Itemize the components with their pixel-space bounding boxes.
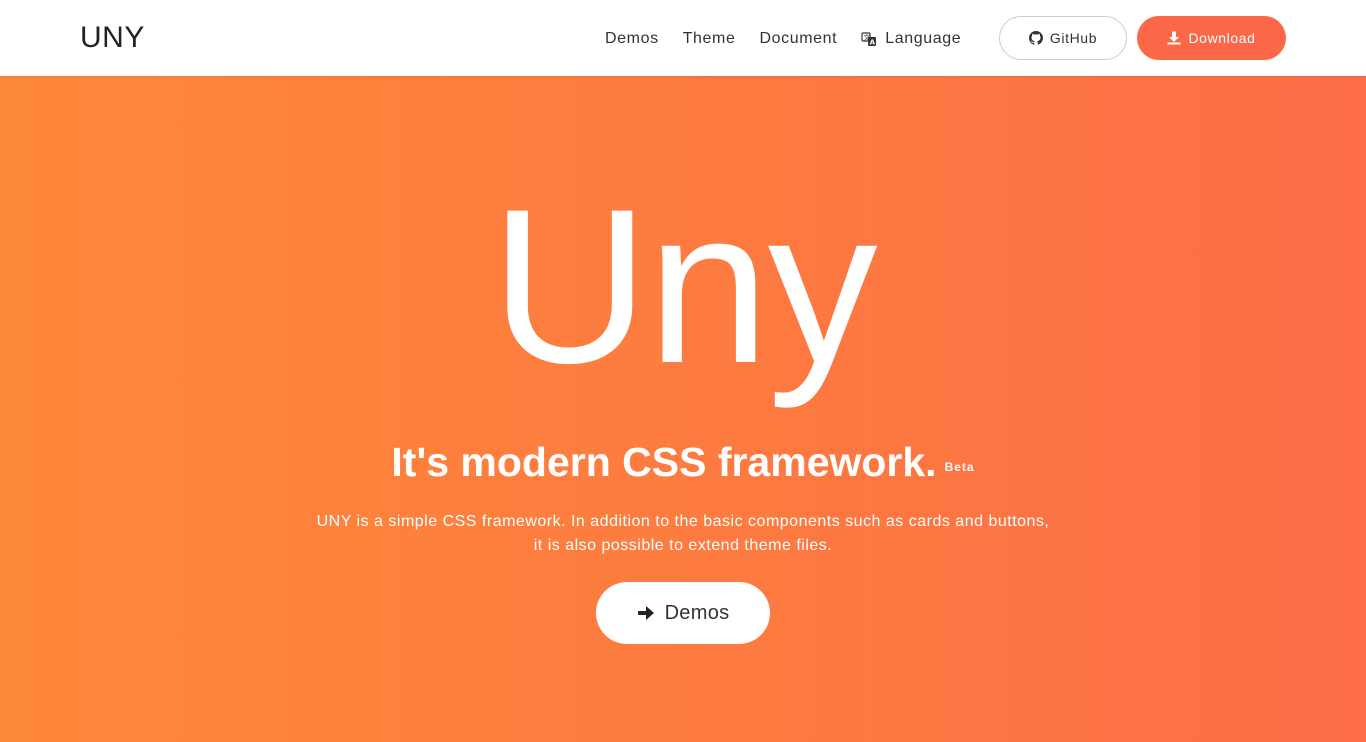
hero-title-text: It's modern CSS framework. xyxy=(391,439,937,485)
github-button-label: GitHub xyxy=(1049,30,1098,46)
download-button[interactable]: Download xyxy=(1137,16,1286,60)
hero-logo-text: Uny xyxy=(490,163,877,409)
top-navbar: UNY Demos Theme Document 文 A Language Gi… xyxy=(0,0,1366,76)
brand-logo[interactable]: UNY xyxy=(80,20,145,56)
download-button-label: Download xyxy=(1188,30,1256,46)
github-button[interactable]: GitHub xyxy=(999,16,1127,60)
nav-link-demos[interactable]: Demos xyxy=(605,30,659,48)
hero-section: Uny It's modern CSS framework. Beta UNY i… xyxy=(0,76,1366,742)
main-nav: Demos Theme Document 文 A Language xyxy=(605,28,961,50)
github-icon xyxy=(1028,31,1043,45)
translate-icon: 文 A xyxy=(861,31,877,47)
hero-description-line-1: UNY is a simple CSS framework. In additi… xyxy=(316,513,1050,530)
nav-link-language-label: Language xyxy=(885,30,962,47)
hero-description-line-2: it is also possible to extend theme file… xyxy=(533,537,833,554)
hero-title: It's modern CSS framework. Beta xyxy=(0,436,1366,491)
nav-link-language[interactable]: 文 A Language xyxy=(861,30,961,48)
svg-text:A: A xyxy=(870,38,876,46)
demos-cta-button[interactable]: Demos xyxy=(596,582,770,644)
nav-link-document[interactable]: Document xyxy=(759,30,837,48)
beta-badge: Beta xyxy=(944,460,975,475)
download-icon xyxy=(1167,31,1181,45)
hero-description: UNY is a simple CSS framework. In additi… xyxy=(283,510,1083,558)
nav-link-theme[interactable]: Theme xyxy=(683,30,736,48)
demos-cta-label: Demos xyxy=(664,601,730,624)
arrow-right-icon xyxy=(637,604,655,622)
